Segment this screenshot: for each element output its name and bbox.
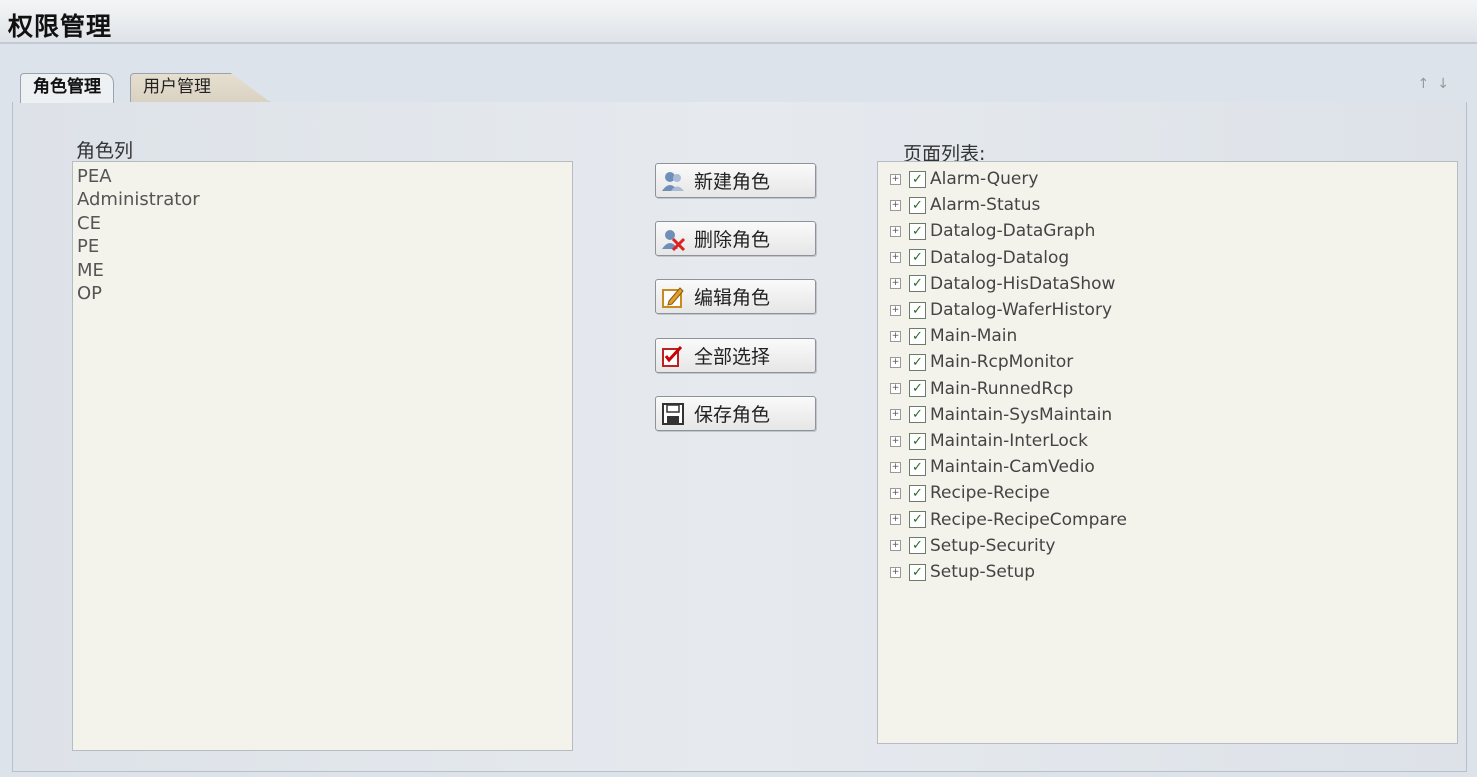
page-checkbox[interactable]: ✓ (909, 222, 926, 240)
page-tree-item-label: Alarm-Query (930, 169, 1039, 189)
save-role-button[interactable]: 保存角色 (655, 396, 816, 431)
checklist-icon (660, 344, 686, 368)
role-list[interactable]: PEA Administrator CE PE ME OP (72, 161, 573, 751)
page-checkbox[interactable]: ✓ (909, 353, 926, 371)
page-tree-item[interactable]: + ✓ Maintain-InterLock (890, 429, 1088, 453)
page-tree-item[interactable]: + ✓ Datalog-WaferHistory (890, 298, 1112, 322)
page-tree-item-label: Datalog-DataGraph (930, 221, 1096, 242)
page-checkbox[interactable]: ✓ (909, 537, 926, 555)
page-tree-item[interactable]: + ✓ Recipe-Recipe (890, 481, 1050, 505)
expand-plus-icon[interactable]: + (890, 330, 901, 342)
page-checkbox[interactable]: ✓ (909, 380, 926, 398)
page-tree-item[interactable]: + ✓ Main-RcpMonitor (890, 350, 1073, 374)
page-tree-item-label: Recipe-Recipe (930, 483, 1050, 504)
page-checkbox[interactable]: ✓ (909, 275, 926, 293)
page-tree-item-label: Setup-Setup (930, 562, 1036, 582)
role-list-item[interactable]: PEA (73, 165, 572, 188)
page-tree-item[interactable]: + ✓ Main-Main (890, 324, 1017, 348)
expand-plus-icon[interactable]: + (890, 304, 901, 316)
expand-plus-icon[interactable]: + (890, 435, 901, 447)
page-tree-item[interactable]: + ✓ Datalog-HisDataShow (890, 272, 1115, 296)
tab-user-management[interactable]: 用户管理 (130, 73, 270, 102)
page-tree-item-label: Main-Main (930, 326, 1018, 347)
expand-plus-icon[interactable]: + (890, 383, 901, 395)
select-all-label: 全部选择 (694, 346, 771, 368)
expand-plus-icon[interactable]: + (890, 409, 901, 421)
edit-role-button[interactable]: 编辑角色 (655, 279, 816, 314)
tab-strip: 角色管理 用户管理 ↑↓ (12, 68, 1467, 103)
role-list-label: 角色列 (76, 140, 134, 162)
arrow-up-icon[interactable]: ↑ (1418, 76, 1438, 92)
expand-plus-icon[interactable]: + (890, 199, 901, 211)
save-role-label: 保存角色 (694, 404, 771, 426)
page-checkbox[interactable]: ✓ (909, 484, 926, 502)
page-checkbox[interactable]: ✓ (909, 458, 926, 476)
window-title: 权限管理 (8, 12, 113, 41)
users-icon (660, 169, 686, 193)
role-list-item[interactable]: OP (73, 282, 572, 305)
page-tree-item-label: Recipe-RecipeCompare (930, 509, 1127, 530)
page-checkbox[interactable]: ✓ (909, 249, 926, 267)
role-list-item[interactable]: ME (73, 259, 572, 282)
page-tree-item[interactable]: + ✓ Datalog-DataGraph (890, 219, 1095, 243)
page-tree-item-label: Main-RunnedRcp (930, 378, 1074, 399)
page-checkbox[interactable]: ✓ (909, 196, 926, 214)
page-tree-item-label: Maintain-SysMaintain (930, 404, 1113, 425)
expand-plus-icon[interactable]: + (890, 461, 901, 473)
page-tree-item[interactable]: + ✓ Alarm-Query (890, 167, 1038, 191)
page-tree-item-label: Datalog-WaferHistory (930, 300, 1113, 320)
delete-role-button[interactable]: 删除角色 (655, 221, 816, 256)
page-tree-item-label: Setup-Security (930, 535, 1056, 556)
page-tree-item-label: Main-RcpMonitor (930, 352, 1074, 373)
page-checkbox[interactable]: ✓ (909, 406, 926, 424)
new-role-label: 新建角色 (694, 171, 771, 193)
page-tree-item-label: Datalog-Datalog (930, 247, 1070, 268)
delete-role-label: 删除角色 (694, 229, 771, 251)
page-tree-item[interactable]: + ✓ Recipe-RecipeCompare (890, 508, 1127, 532)
page-checkbox[interactable]: ✓ (909, 432, 926, 450)
expand-plus-icon[interactable]: + (890, 566, 901, 578)
page-tree-item[interactable]: + ✓ Setup-Setup (890, 560, 1035, 584)
save-icon (660, 402, 686, 426)
page-tree-item[interactable]: + ✓ Setup-Security (890, 534, 1055, 558)
page-tree-item[interactable]: + ✓ Datalog-Datalog (890, 246, 1069, 270)
role-list-item[interactable]: CE (73, 212, 572, 235)
tab-scroll-arrows[interactable]: ↑↓ (1418, 76, 1457, 92)
arrow-down-icon[interactable]: ↓ (1437, 76, 1457, 92)
page-checkbox[interactable]: ✓ (909, 170, 926, 188)
page-tree-item[interactable]: + ✓ Maintain-CamVedio (890, 455, 1095, 479)
page-tree-item-label: Maintain-CamVedio (930, 457, 1095, 478)
select-all-button[interactable]: 全部选择 (655, 338, 816, 373)
tab-role-management[interactable]: 角色管理 (20, 73, 114, 103)
page-checkbox[interactable]: ✓ (909, 301, 926, 319)
edit-icon (660, 285, 686, 309)
expand-plus-icon[interactable]: + (890, 356, 901, 368)
page-tree-item-label: Maintain-InterLock (930, 431, 1088, 451)
new-role-button[interactable]: 新建角色 (655, 163, 816, 198)
page-tree-item[interactable]: + ✓ Maintain-SysMaintain (890, 403, 1112, 427)
page-checkbox[interactable]: ✓ (909, 327, 926, 345)
title-bar: 权限管理 (0, 0, 1477, 44)
page-tree-item[interactable]: + ✓ Main-RunnedRcp (890, 377, 1073, 401)
expand-plus-icon[interactable]: + (890, 252, 901, 264)
page-tree-item-label: Datalog-HisDataShow (930, 273, 1116, 294)
role-list-item[interactable]: Administrator (73, 188, 572, 211)
role-list-item[interactable]: PE (73, 235, 572, 258)
expand-plus-icon[interactable]: + (890, 514, 901, 526)
delete-user-icon (660, 227, 686, 251)
expand-plus-icon[interactable]: + (890, 225, 901, 237)
edit-role-label: 编辑角色 (694, 287, 771, 309)
expand-plus-icon[interactable]: + (890, 540, 901, 552)
page-tree[interactable]: + ✓ Alarm-Query + ✓ Alarm-Status + ✓ Datalog-Dat… (877, 161, 1458, 744)
page-checkbox[interactable]: ✓ (909, 511, 926, 529)
page-tree-item-label: Alarm-Status (930, 195, 1041, 216)
expand-plus-icon[interactable]: + (890, 487, 901, 499)
expand-plus-icon[interactable]: + (890, 278, 901, 290)
page-tree-item[interactable]: + ✓ Alarm-Status (890, 193, 1040, 217)
expand-plus-icon[interactable]: + (890, 173, 901, 185)
page-checkbox[interactable]: ✓ (909, 563, 926, 581)
